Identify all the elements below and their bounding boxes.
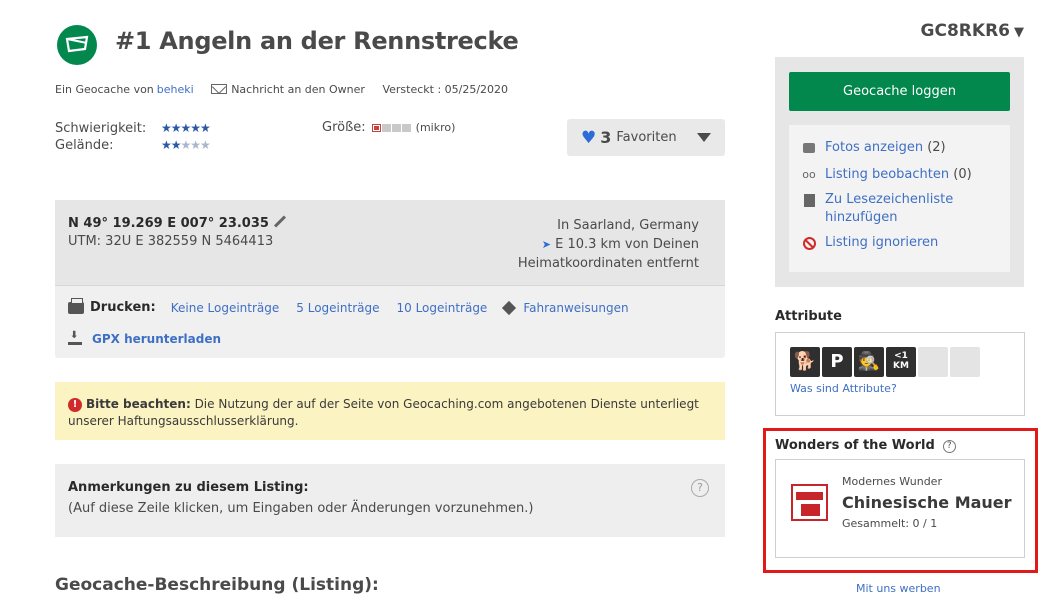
notes-title: Anmerkungen zu diesem Listing:: [68, 480, 309, 495]
print-no-logs-link[interactable]: Keine Logeinträge: [171, 301, 280, 315]
location-info: In Saarland, Germany ➤ E 10.3 km von Dei…: [518, 216, 699, 273]
sidebar-links: Fotos anzeigen (2) oo Listing beobachten …: [789, 125, 1010, 272]
print-label: Drucken:: [90, 300, 156, 315]
size-label: Größe:: [322, 120, 366, 135]
hidden-date: Versteckt : 05/25/2020: [382, 83, 509, 96]
watch-listing-link[interactable]: oo Listing beobachten (0): [802, 166, 997, 184]
message-owner-link[interactable]: Nachricht an den Owner: [211, 83, 365, 96]
distance: E 10.3 km von Deinen: [555, 237, 699, 252]
help-icon[interactable]: ?: [691, 479, 709, 497]
owner-link[interactable]: beheki: [157, 83, 194, 96]
attributes-help-link[interactable]: Was sind Attribute?: [790, 382, 1010, 395]
direction-arrow-icon: ➤: [541, 238, 551, 251]
log-geocache-button[interactable]: Geocache loggen: [789, 72, 1010, 111]
heart-icon: ♥: [581, 127, 597, 148]
size-bar-icon: [371, 123, 412, 132]
envelope-icon: [211, 84, 228, 94]
advertise-link[interactable]: Mit uns werben: [856, 582, 941, 595]
terrain-label: Gelände:: [55, 138, 114, 153]
cache-type-icon: [57, 25, 97, 65]
terrain-stars: ★★★★★: [161, 138, 211, 152]
chevron-down-icon: ▼: [1014, 25, 1024, 40]
camera-icon: [803, 143, 815, 153]
favorites-label: Favoriten: [616, 130, 677, 145]
highlight-frame: [763, 428, 1038, 573]
parking-attribute-icon[interactable]: P: [822, 347, 852, 377]
view-photos-link[interactable]: Fotos anzeigen (2): [802, 139, 997, 159]
ratings: Schwierigkeit: ★★★★★ Gelände: ★★★★★: [55, 120, 211, 154]
print-options: Drucken: Keine Logeinträge 5 Logeinträge…: [68, 297, 646, 315]
empty-attribute-slot: [950, 347, 980, 377]
byline-prefix: Ein Geocache von: [55, 83, 154, 96]
empty-attribute-slot: [918, 347, 948, 377]
notice-bold: Bitte beachten:: [86, 397, 191, 411]
directions-link[interactable]: Fahranweisungen: [523, 301, 628, 315]
favorites-button[interactable]: ♥ 3 Favoriten: [567, 119, 725, 156]
size-rating: Größe: (mikro): [322, 120, 455, 135]
ignore-listing-link[interactable]: Listing ignorieren: [802, 234, 997, 256]
byline: Ein Geocache von beheki Nachricht an den …: [55, 83, 522, 96]
short-hike-attribute-icon[interactable]: <1 KM: [886, 347, 916, 377]
coordinates-panel: N 49° 19.269 E 007° 23.035 UTM: 32U E 38…: [55, 200, 725, 358]
notes-hint: (Auf diese Zeile klicken, um Eingaben od…: [68, 501, 534, 516]
add-bookmark-link[interactable]: Zu Lesezeichenliste hinzufügen: [802, 191, 997, 227]
distance-suffix: Heimatkoordinaten entfernt: [517, 256, 699, 271]
difficulty-stars: ★★★★★: [161, 121, 211, 135]
printer-icon: [68, 297, 84, 314]
ban-icon: [802, 237, 816, 250]
sidebar-panel: Geocache loggen Fotos anzeigen (2) oo Lis…: [775, 57, 1024, 287]
gc-code: GC8RKR6: [920, 21, 1010, 41]
page-title: #1 Angeln an der Rennstrecke: [115, 27, 519, 55]
size-value: (mikro): [415, 121, 456, 134]
difficulty-label: Schwierigkeit:: [55, 121, 147, 136]
print-5-logs-link[interactable]: 5 Logeinträge: [296, 301, 379, 315]
alert-icon: !: [68, 398, 82, 412]
gc-code-dropdown[interactable]: GC8RKR6 ▼: [921, 21, 1024, 41]
attributes-box: 🐕 P 🕵 <1 KM Was sind Attribute?: [775, 332, 1025, 416]
dogs-attribute-icon[interactable]: 🐕: [790, 347, 820, 377]
chevron-down-icon[interactable]: [697, 133, 711, 142]
description-title: Geocache-Beschreibung (Listing):: [55, 575, 379, 595]
attributes-title: Attribute: [775, 309, 842, 324]
download-icon: [68, 330, 82, 345]
print-10-logs-link[interactable]: 10 Logeinträge: [396, 301, 487, 315]
favorites-count: 3: [600, 128, 612, 147]
gpx-download-link[interactable]: GPX herunterladen: [68, 330, 221, 346]
bookmark-icon: [803, 194, 815, 207]
glasses-icon: oo: [802, 168, 816, 181]
stealth-attribute-icon[interactable]: 🕵: [854, 347, 884, 377]
directions-icon: [502, 300, 517, 315]
personal-notes[interactable]: Anmerkungen zu diesem Listing: (Auf dies…: [55, 464, 725, 537]
location: In Saarland, Germany: [557, 218, 699, 233]
disclaimer-notice: ! Bitte beachten: Die Nutzung der auf der…: [55, 382, 725, 440]
pencil-icon[interactable]: [273, 215, 286, 228]
